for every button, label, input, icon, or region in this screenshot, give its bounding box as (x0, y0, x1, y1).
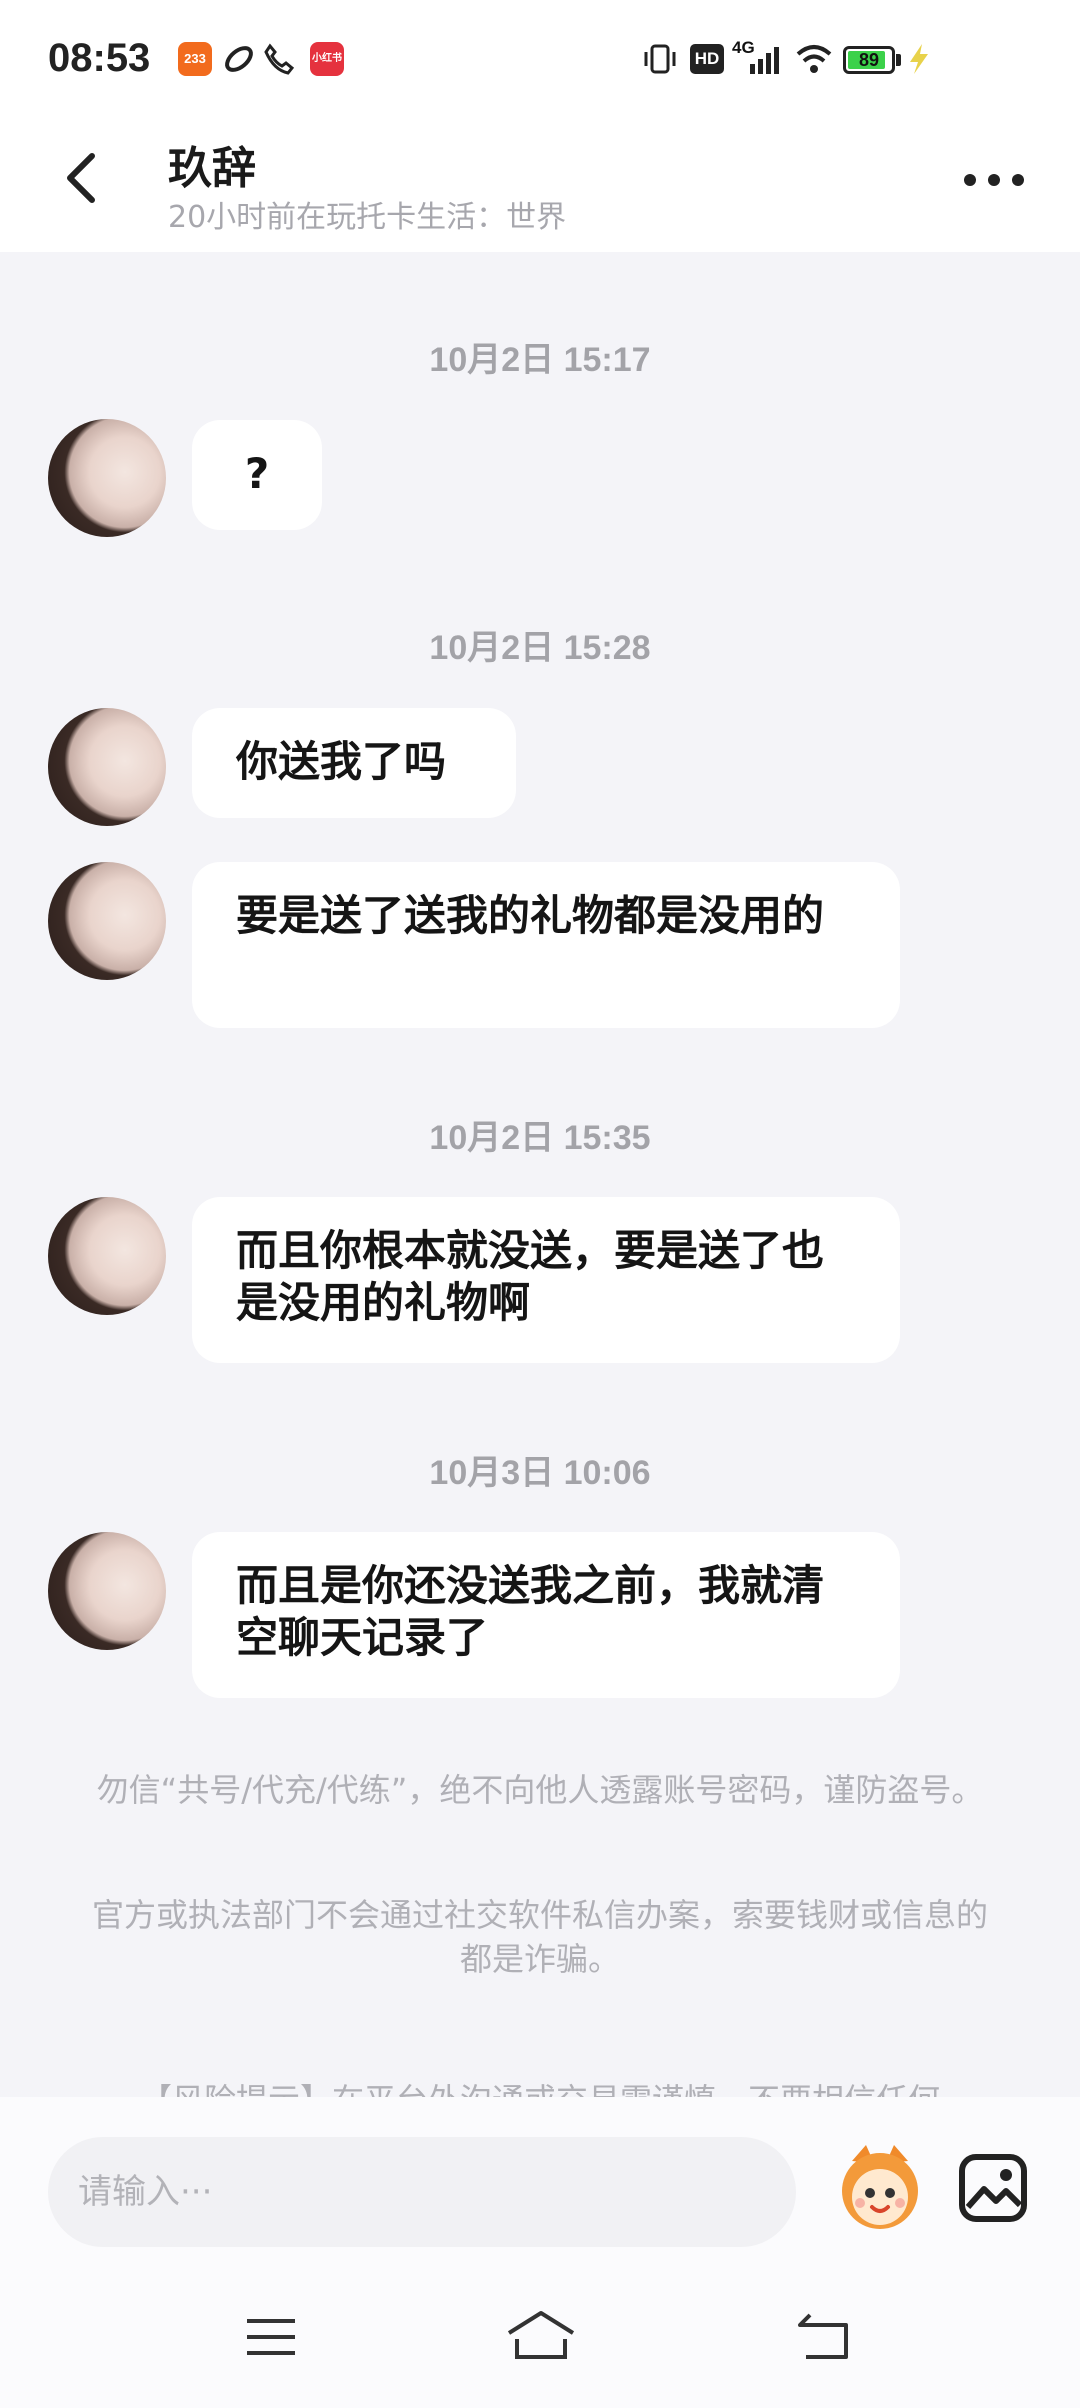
input-bar: 请输入··· (0, 2097, 1080, 2277)
avatar[interactable] (48, 862, 166, 980)
image-picker-icon[interactable] (958, 2153, 1028, 2223)
avatar[interactable] (48, 419, 166, 537)
avatar[interactable] (48, 708, 166, 826)
contact-name[interactable]: 玖辞 (168, 132, 256, 196)
battery-cap (896, 54, 901, 66)
app-xiaohongshu-badge: 小红书 (310, 42, 344, 76)
battery-indicator: 89 (843, 46, 895, 74)
mascot-emoji-icon[interactable] (830, 2131, 930, 2241)
message-bubble[interactable]: 要是送了送我的礼物都是没用的 (192, 862, 900, 1028)
message-bubble[interactable]: 而且你根本就没送，要是送了也是没用的礼物啊 (192, 1197, 900, 1363)
charging-icon (910, 44, 928, 74)
phone-icon (264, 43, 295, 75)
signal-icon (750, 47, 779, 74)
risk-warning: 【风险提示】在平台外沟通或交易需谨慎，不要相信任何 (80, 2078, 1000, 2097)
timestamp: 10月2日 15:28 (429, 629, 651, 667)
message-bubble[interactable]: 你送我了吗 (192, 708, 516, 818)
safety-notice: 官方或执法部门不会通过社交软件私信办案，索要钱财或信息的都是诈骗。 (91, 1896, 988, 1978)
chat-header: 玖辞 20小时前在玩托卡生活：世界 (0, 110, 1080, 252)
avatar[interactable] (48, 1197, 166, 1315)
timestamp: 10月3日 10:06 (429, 1454, 651, 1492)
system-navigation-bar (0, 2277, 1080, 2408)
message-bubble[interactable]: ? (192, 420, 322, 530)
battery-level: 89 (858, 50, 880, 70)
home-icon[interactable] (505, 2307, 577, 2363)
back-button[interactable] (56, 148, 106, 208)
safety-notice: 勿信“共号/代充/代练”，绝不向他人透露账号密码，谨防盗号。 (96, 1771, 984, 1809)
status-time: 08:53 (48, 36, 151, 80)
menu-icon[interactable] (245, 2313, 297, 2361)
timestamp: 10月2日 15:35 (429, 1119, 651, 1157)
more-options-button[interactable] (960, 160, 1028, 200)
message-list[interactable]: 10月2日 15:17 ? 10月2日 15:28 你送我了吗 要是送了送我的礼… (0, 252, 1080, 2097)
status-bar: 08:53 233 小红书 HD 4G 89 (0, 0, 1080, 110)
avatar[interactable] (48, 1532, 166, 1650)
wifi-icon (796, 45, 832, 73)
contact-status: 20小时前在玩托卡生活：世界 (168, 200, 567, 235)
message-bubble[interactable]: 而且是你还没送我之前，我就清空聊天记录了 (192, 1532, 900, 1698)
message-input[interactable]: 请输入··· (48, 2137, 796, 2247)
hd-badge: HD (690, 44, 724, 74)
back-icon[interactable] (796, 2311, 852, 2363)
app-233-badge: 233 (178, 42, 212, 76)
timestamp: 10月2日 15:17 (429, 341, 651, 379)
link-icon (225, 46, 253, 72)
vibrate-icon (644, 44, 676, 74)
